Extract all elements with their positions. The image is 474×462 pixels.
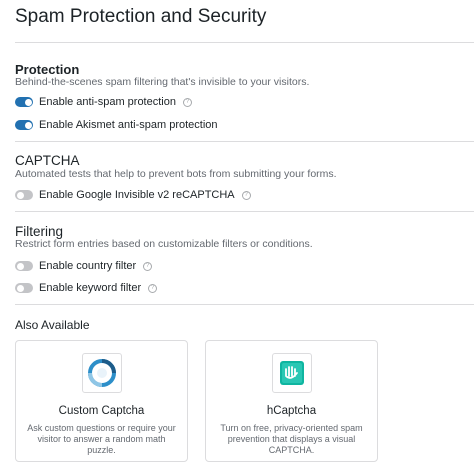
toggle-switch-country-filter[interactable] — [15, 261, 33, 271]
section-description-protection: Behind-the-scenes spam filtering that's … — [15, 76, 310, 88]
section-description-filtering: Restrict form entries based on customiza… — [15, 238, 313, 250]
toggle-label-anti-spam: Enable anti-spam protection — [39, 96, 176, 108]
toggle-label-akismet: Enable Akismet anti-spam protection — [39, 119, 218, 131]
toggle-switch-recaptcha[interactable] — [15, 190, 33, 200]
hcaptcha-logo-svg — [279, 361, 304, 385]
toggle-label-country-filter: Enable country filter — [39, 260, 137, 272]
toggle-row-keyword-filter[interactable]: Enable keyword filter ? — [15, 281, 158, 295]
section-title-also-available: Also Available — [15, 318, 90, 332]
toggle-row-anti-spam[interactable]: Enable anti-spam protection ? — [15, 95, 192, 109]
toggle-knob — [16, 262, 24, 270]
toggle-knob — [24, 121, 32, 129]
toggle-row-country-filter[interactable]: Enable country filter ? — [15, 259, 153, 273]
addon-card-hcaptcha[interactable]: hCaptcha Turn on free, privacy-oriented … — [205, 340, 378, 462]
divider — [15, 141, 474, 142]
page-title: Spam Protection and Security — [15, 6, 267, 27]
settings-page: Spam Protection and Security Protection … — [0, 0, 474, 462]
addon-card-title: Custom Captcha — [58, 405, 145, 417]
divider — [15, 211, 474, 212]
section-title-protection: Protection — [15, 62, 80, 77]
divider — [15, 42, 474, 43]
custom-captcha-logo-svg — [87, 359, 116, 387]
toggle-switch-keyword-filter[interactable] — [15, 283, 33, 293]
toggle-label-recaptcha: Enable Google Invisible v2 reCAPTCHA — [39, 189, 235, 201]
help-icon[interactable]: ? — [143, 261, 153, 271]
custom-captcha-logo-icon — [81, 353, 122, 393]
section-description-captcha: Automated tests that help to prevent bot… — [15, 168, 337, 180]
addon-card-description: Ask custom questions or require your vis… — [27, 423, 176, 455]
help-icon[interactable]: ? — [182, 97, 192, 107]
toggle-label-keyword-filter: Enable keyword filter — [39, 282, 142, 294]
divider — [15, 304, 474, 305]
toggle-row-recaptcha[interactable]: Enable Google Invisible v2 reCAPTCHA ? — [15, 188, 251, 202]
help-icon[interactable]: ? — [148, 283, 158, 293]
section-title-filtering: Filtering — [15, 224, 64, 239]
addon-card-custom-captcha[interactable]: Custom Captcha Ask custom questions or r… — [15, 340, 188, 462]
toggle-knob — [16, 191, 24, 199]
help-icon[interactable]: ? — [241, 190, 251, 200]
toggle-row-akismet[interactable]: Enable Akismet anti-spam protection — [15, 118, 218, 132]
section-title-captcha: CAPTCHA — [15, 153, 80, 168]
toggle-knob — [16, 284, 24, 292]
addon-card-title: hCaptcha — [266, 405, 317, 417]
toggle-switch-akismet[interactable] — [15, 120, 33, 130]
toggle-switch-anti-spam[interactable] — [15, 97, 33, 107]
hcaptcha-logo-icon — [271, 353, 312, 393]
toggle-knob — [24, 98, 32, 106]
addon-card-description: Turn on free, privacy-oriented spam prev… — [220, 423, 363, 455]
